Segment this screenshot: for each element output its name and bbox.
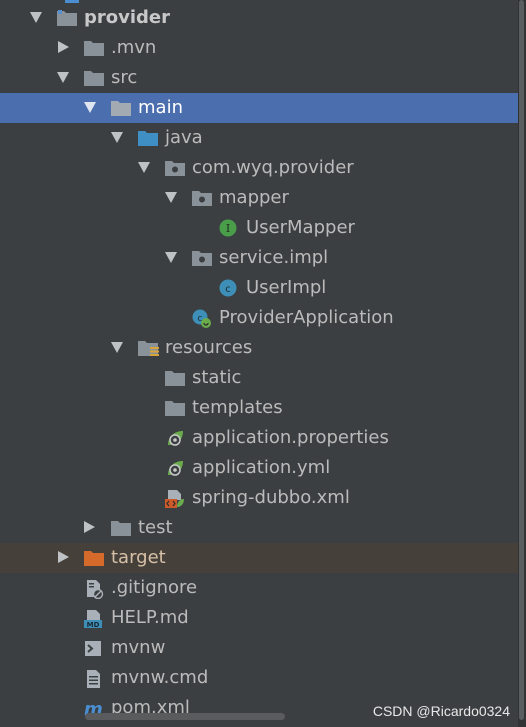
tree-node-label: resources — [165, 337, 253, 358]
tree-node-mvnw-cmd[interactable]: mvnw.cmd — [0, 663, 518, 693]
tree-node-application-properties[interactable]: application.properties — [0, 423, 518, 453]
svg-text:I: I — [226, 222, 230, 235]
tree-node-label: .mvn — [111, 37, 157, 58]
xml-file-icon — [165, 489, 185, 508]
package-icon — [192, 189, 212, 207]
expand-arrow-icon[interactable] — [84, 521, 95, 533]
spring-boot-class-icon: c — [192, 309, 212, 328]
markdown-file-icon: MD — [84, 609, 104, 629]
tree-node-userimpl[interactable]: c UserImpl — [0, 273, 518, 303]
tree-node-label: provider — [84, 7, 171, 28]
tree-node-gitignore[interactable]: .gitignore — [0, 573, 518, 603]
module-folder-icon — [57, 9, 77, 27]
tree-node-label: HELP.md — [111, 607, 189, 628]
spring-config-icon — [165, 459, 185, 477]
tree-node-static[interactable]: static — [0, 363, 518, 393]
collapse-arrow-icon[interactable] — [111, 342, 123, 353]
spring-config-icon — [165, 429, 185, 447]
folder-icon — [84, 39, 104, 57]
class-icon: c — [219, 279, 239, 297]
project-tree[interactable]: provider .mvn src main java com.wyq.prov… — [0, 0, 518, 727]
tree-node-label: mvnw — [111, 637, 166, 658]
tree-node-label: main — [138, 97, 183, 118]
tree-node-mapper[interactable]: mapper — [0, 183, 518, 213]
collapse-arrow-icon[interactable] — [138, 162, 150, 173]
tree-node-label: UserImpl — [246, 277, 327, 298]
tree-node-mvnw[interactable]: mvnw — [0, 633, 518, 663]
tree-node-usermapper[interactable]: I UserMapper — [0, 213, 518, 243]
tree-node-java[interactable]: java — [0, 123, 518, 153]
svg-text:MD: MD — [87, 621, 100, 629]
tree-node-label: test — [138, 517, 173, 538]
package-icon — [192, 249, 212, 267]
resources-folder-icon — [138, 339, 159, 357]
tree-node-label: src — [111, 67, 138, 88]
tree-node-label: static — [192, 367, 242, 388]
tree-node-label: .gitignore — [111, 577, 198, 598]
collapse-arrow-icon[interactable] — [30, 12, 42, 23]
package-icon — [165, 159, 185, 177]
tree-node-provider[interactable]: provider — [0, 3, 518, 33]
tree-node-spring-dubbo-xml[interactable]: spring-dubbo.xml — [0, 483, 518, 513]
folder-icon — [165, 399, 185, 417]
collapse-arrow-icon[interactable] — [165, 252, 177, 263]
tree-node-label: templates — [192, 397, 283, 418]
tree-node-label: UserMapper — [246, 217, 355, 238]
collapse-arrow-icon[interactable] — [84, 102, 96, 113]
tree-node-main[interactable]: main — [0, 93, 518, 123]
expand-arrow-icon[interactable] — [58, 551, 69, 563]
svg-text:c: c — [225, 284, 231, 295]
interface-icon: I — [219, 219, 239, 237]
horizontal-scrollbar[interactable] — [85, 713, 285, 720]
source-root-icon — [138, 129, 158, 147]
tree-node-label: target — [111, 547, 166, 568]
tree-node-label: service.impl — [219, 247, 329, 268]
folder-icon — [111, 99, 131, 117]
tree-node-label: com.wyq.provider — [192, 157, 354, 178]
scrollbar-thumb[interactable] — [519, 0, 524, 720]
tree-node-resources[interactable]: resources — [0, 333, 518, 363]
shell-script-icon — [84, 639, 104, 657]
excluded-folder-icon — [84, 549, 104, 567]
tree-node-label: ProviderApplication — [219, 307, 394, 328]
tree-node-templates[interactable]: templates — [0, 393, 518, 423]
collapse-arrow-icon[interactable] — [111, 132, 123, 143]
tree-node-service-impl[interactable]: service.impl — [0, 243, 518, 273]
tree-node-target[interactable]: target — [0, 543, 518, 573]
tree-node-application-yml[interactable]: application.yml — [0, 453, 518, 483]
tree-node-help-md[interactable]: MD HELP.md — [0, 603, 518, 633]
tree-node-label: application.yml — [192, 457, 331, 478]
gitignore-file-icon — [84, 579, 104, 600]
tree-node-label: application.properties — [192, 427, 389, 448]
tree-node-src[interactable]: src — [0, 63, 518, 93]
expand-arrow-icon[interactable] — [58, 41, 69, 53]
collapse-arrow-icon[interactable] — [57, 72, 69, 83]
vertical-scrollbar[interactable] — [518, 0, 526, 727]
watermark: CSDN @Ricardo0324 — [372, 703, 510, 719]
tree-node-test[interactable]: test — [0, 513, 518, 543]
text-file-icon — [84, 669, 104, 688]
folder-icon — [84, 69, 104, 87]
folder-icon — [165, 369, 185, 387]
tree-node-providerapplication[interactable]: c ProviderApplication — [0, 303, 518, 333]
tree-node-label: java — [165, 127, 203, 148]
collapse-arrow-icon[interactable] — [165, 192, 177, 203]
tree-node-label: spring-dubbo.xml — [192, 487, 350, 508]
tree-node-label: mvnw.cmd — [111, 667, 209, 688]
tree-node-label: mapper — [219, 187, 289, 208]
tree-node-mvn[interactable]: .mvn — [0, 33, 518, 63]
folder-icon — [111, 519, 131, 537]
tree-node-package-root[interactable]: com.wyq.provider — [0, 153, 518, 183]
